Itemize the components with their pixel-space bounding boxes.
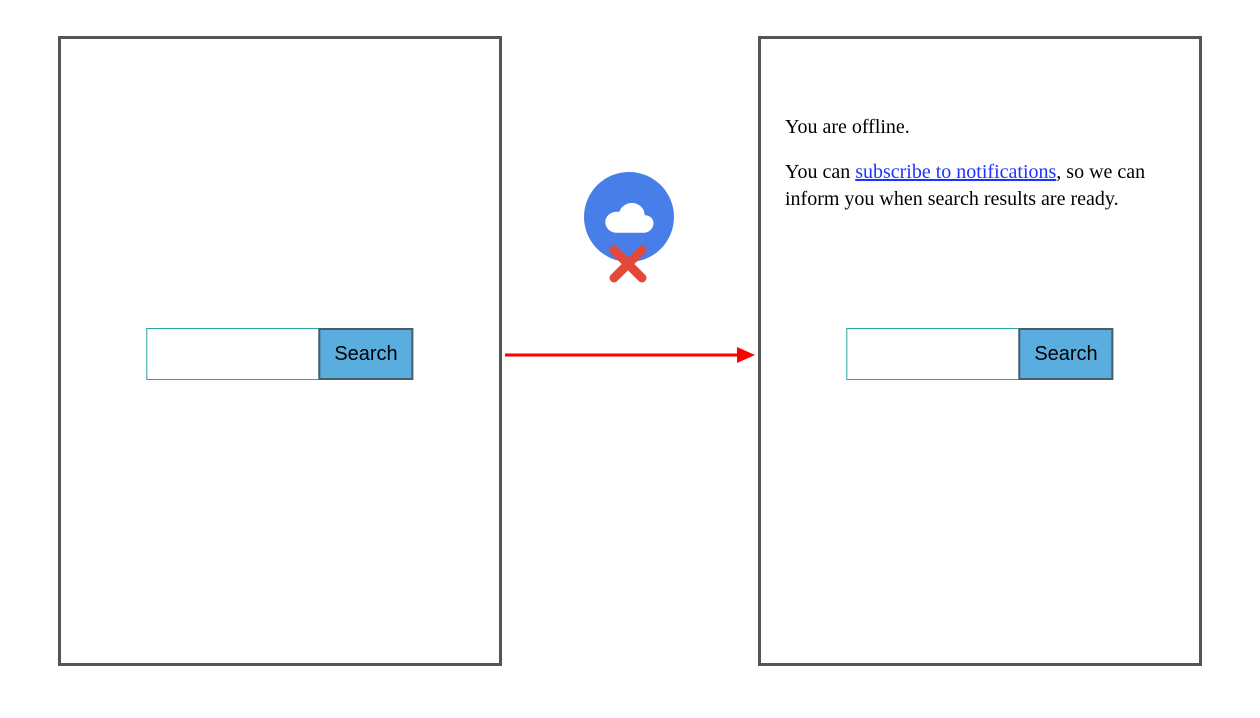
cloud-icon [601,199,657,235]
search-input[interactable] [146,328,318,380]
offline-message: You are offline. You can subscribe to no… [785,114,1175,231]
search-form: Search [846,328,1113,380]
panel-after: You are offline. You can subscribe to no… [758,36,1202,666]
panel-before: Search [58,36,502,666]
diagram-stage: Search You are offline. You can subscrib… [0,0,1260,718]
close-x-icon [608,244,648,284]
search-button[interactable]: Search [318,328,413,380]
offline-line1: You are offline. [785,114,1175,141]
search-input[interactable] [846,328,1018,380]
right-arrow-icon [505,340,755,370]
search-form: Search [146,328,413,380]
offline-line2: You can subscribe to notifications, so w… [785,159,1175,213]
subscribe-link[interactable]: subscribe to notifications [855,161,1056,183]
search-button[interactable]: Search [1018,328,1113,380]
